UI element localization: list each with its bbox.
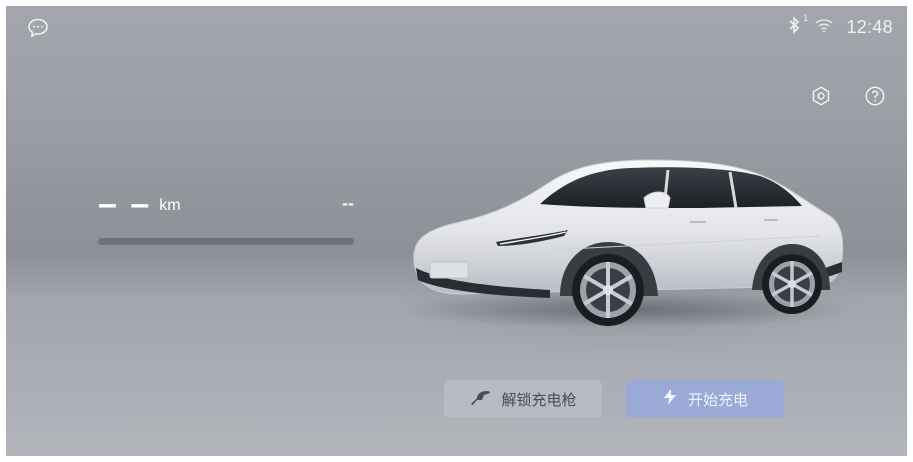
range-panel: – – km -- — [98, 186, 354, 245]
bluetooth-icon: 1 — [788, 14, 808, 38]
top-actions — [809, 84, 887, 108]
start-charging-button[interactable]: 开始充电 — [626, 380, 784, 418]
rear-wheel — [762, 254, 822, 314]
wifi-icon — [814, 16, 834, 38]
car-image — [400, 159, 846, 328]
unlock-label: 解锁充电枪 — [501, 390, 577, 409]
settings-hexagon-icon[interactable] — [809, 84, 833, 108]
status-bar: 1 12:48 — [788, 14, 893, 38]
unlock-charging-gun-button[interactable]: 解锁充电枪 — [444, 380, 602, 418]
chat-bubble-icon[interactable] — [26, 16, 50, 40]
charging-screen: 1 12:48 – – km -- 解锁充电枪 开始充电 — [6, 6, 907, 456]
charging-gun-icon — [469, 388, 491, 410]
start-charging-label: 开始充电 — [687, 390, 748, 409]
help-circle-icon[interactable] — [863, 84, 887, 108]
range-value: – – — [98, 185, 152, 223]
bluetooth-badge: 1 — [802, 14, 809, 24]
range-unit: km — [159, 197, 181, 214]
battery-percent: -- — [342, 193, 354, 213]
lightning-icon — [662, 388, 678, 410]
battery-progress-bar — [98, 238, 354, 245]
clock-time: 12:48 — [846, 16, 893, 37]
front-wheel — [572, 254, 644, 326]
